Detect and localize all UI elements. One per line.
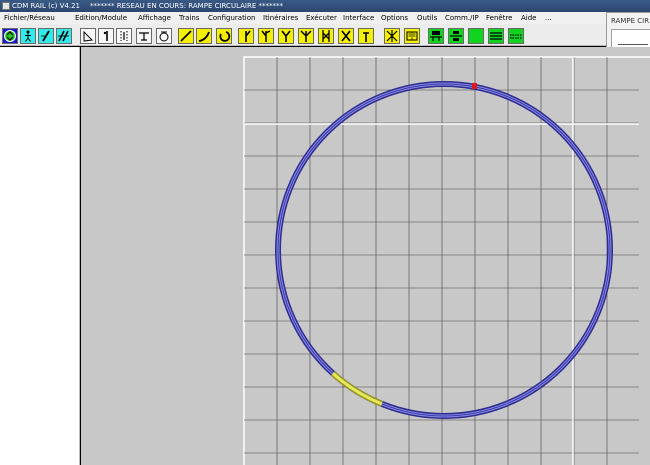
circular-track-outline[interactable] [275,81,613,419]
app-title: CDM RAIL (c) V4.21 [12,2,81,10]
double-slash-icon[interactable] [56,28,72,44]
menu-trains[interactable]: Trains [179,12,199,24]
turntable-icon[interactable] [156,28,172,44]
menu-more[interactable]: ... [545,12,552,24]
menu-itineraires[interactable]: Itinéraires [263,12,298,24]
menu-interface[interactable]: Interface [343,12,374,24]
menu-affichage[interactable]: Affichage [138,12,171,24]
module-split-icon[interactable] [448,28,464,44]
dashed-tracks-icon[interactable] [508,28,524,44]
document-title: ******* RESEAU EN COURS: RAMPE CIRCULAIR… [90,2,283,10]
menu-configuration[interactable]: Configuration [208,12,255,24]
double-slip-icon[interactable] [318,28,334,44]
figure-icon[interactable] [20,28,36,44]
green-block-icon[interactable] [468,28,484,44]
menu-fenetre[interactable]: Fenêtre [486,12,512,24]
buffer-stop-icon[interactable] [136,28,152,44]
turnout-right-icon[interactable] [258,28,274,44]
turnout-left-icon[interactable] [238,28,254,44]
straight-track-icon[interactable] [178,28,194,44]
app-icon[interactable] [2,2,10,10]
board-boundary [243,56,650,465]
menu-outils[interactable]: Outils [417,12,437,24]
rampe-panel-title: RAMPE CIR [611,17,650,25]
parallel-tracks-icon[interactable] [488,28,504,44]
menu-comm-ip[interactable]: Comm./IP [445,12,479,24]
menu-edition[interactable]: Edition/Module [75,12,127,24]
select-mode-icon[interactable] [2,28,18,44]
crossing-icon[interactable] [338,28,354,44]
grid-lines [244,57,639,465]
track-board[interactable] [81,47,650,465]
menu-options[interactable]: Options [381,12,408,24]
track-marker[interactable] [472,83,477,89]
slash-icon[interactable] [38,28,54,44]
book-icon[interactable] [404,28,420,44]
diamond-crossing-icon[interactable] [384,28,400,44]
menu-executer[interactable]: Exécuter [306,12,337,24]
pole-icon[interactable] [98,28,114,44]
y-turnout-icon[interactable] [278,28,294,44]
module-insert-icon[interactable] [428,28,444,44]
loop-track-icon[interactable] [216,28,232,44]
toolbar [0,24,606,46]
three-way-turnout-icon[interactable] [298,28,314,44]
menu-bar: Fichier/Réseau Edition/Module Affichage … [0,12,606,24]
bumper-icon[interactable] [358,28,374,44]
dotted-pole-icon[interactable] [116,28,132,44]
signal-icon[interactable] [80,28,96,44]
curve-track-icon[interactable] [196,28,212,44]
rampe-value-line [618,44,648,45]
left-panel [0,47,80,465]
menu-aide[interactable]: Aide [521,12,536,24]
layout-canvas[interactable] [81,47,650,465]
menu-fichier[interactable]: Fichier/Réseau [4,12,55,24]
title-bar: CDM RAIL (c) V4.21 ******* RESEAU EN COU… [0,0,650,12]
